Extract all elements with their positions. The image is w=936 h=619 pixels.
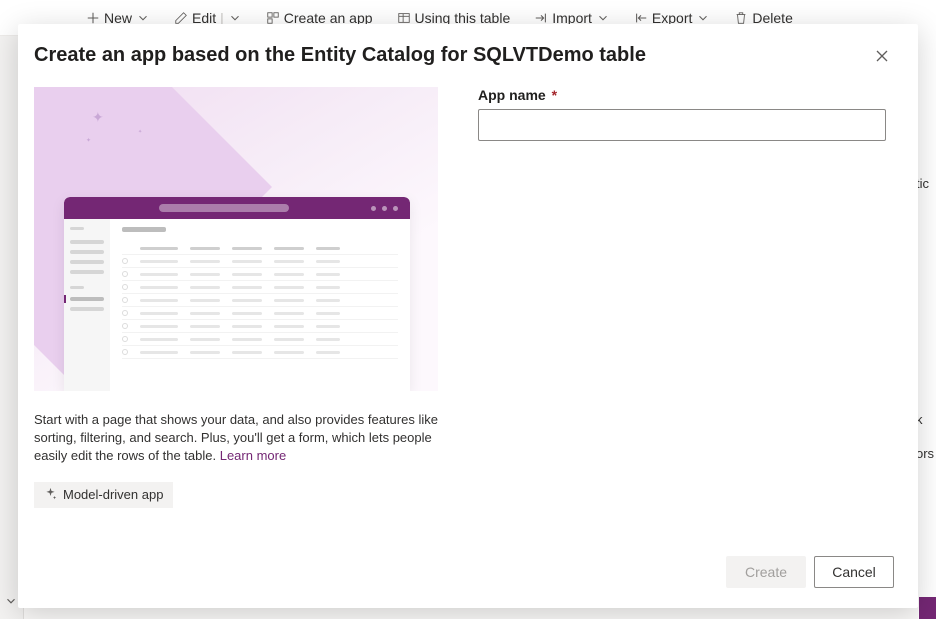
badge-label: Model-driven app (63, 487, 163, 502)
app-name-input[interactable] (478, 109, 886, 141)
label-text: App name (478, 87, 546, 103)
modal-title: Create an app based on the Entity Catalo… (34, 44, 646, 67)
create-button[interactable]: Create (726, 556, 806, 588)
cancel-button[interactable]: Cancel (814, 556, 894, 588)
modal-header: Create an app based on the Entity Catalo… (18, 24, 918, 87)
sparkle-icon (44, 487, 57, 503)
modal-body: ✦ ✦ ✦ (18, 87, 918, 540)
close-button[interactable] (870, 44, 894, 71)
required-marker: * (552, 87, 557, 103)
modal-right-column: App name * (478, 87, 902, 540)
app-name-label: App name * (478, 87, 886, 103)
sparkle-icon: ✦ (92, 109, 104, 126)
sparkle-icon: ✦ (86, 137, 91, 144)
close-icon (874, 48, 890, 67)
modal-description: Start with a page that shows your data, … (34, 411, 438, 466)
modal-footer: Create Cancel (18, 540, 918, 608)
sparkle-icon: ✦ (138, 129, 142, 135)
create-app-modal: Create an app based on the Entity Catalo… (18, 24, 918, 608)
learn-more-link[interactable]: Learn more (220, 448, 286, 463)
model-driven-badge: Model-driven app (34, 482, 173, 508)
app-preview-illustration: ✦ ✦ ✦ (34, 87, 438, 391)
modal-left-column: ✦ ✦ ✦ (34, 87, 438, 540)
modal-overlay: Create an app based on the Entity Catalo… (0, 0, 936, 619)
mock-app-window (64, 197, 410, 391)
